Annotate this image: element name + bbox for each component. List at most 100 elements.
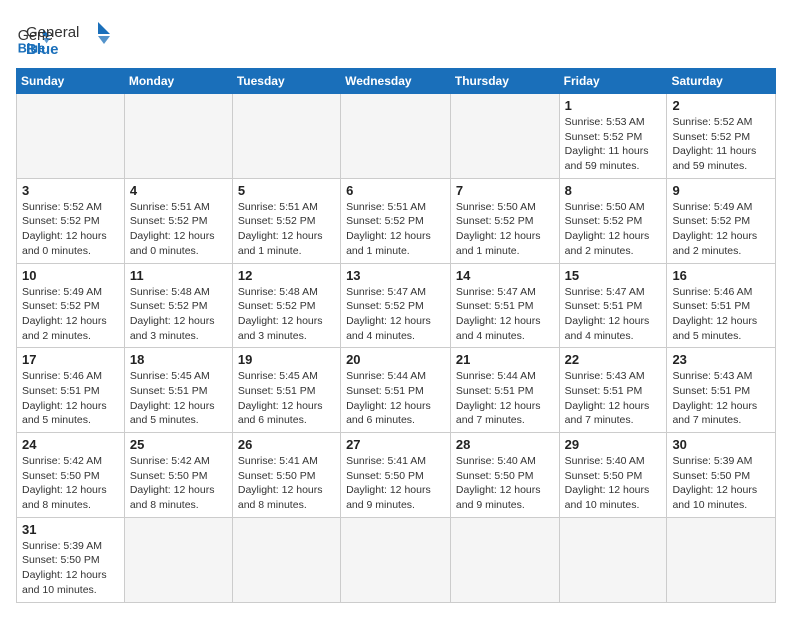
cell-content: 4Sunrise: 5:51 AM Sunset: 5:52 PM Daylig… [130,183,227,259]
cell-content: 18Sunrise: 5:45 AM Sunset: 5:51 PM Dayli… [130,352,227,428]
calendar-cell: 29 Sunrise: 5:40 AM Sunset: 5:50 PM Dayli… [559,433,667,518]
calendar-cell: 1Sunrise: 5:53 AM Sunset: 5:52 PM Daylig… [559,94,667,179]
header: General Blue General Blue [16,16,776,60]
cell-content: 26Sunrise: 5:41 AM Sunset: 5:50 PM Dayli… [238,437,335,513]
day-info: Sunrise: 5:50 AM Sunset: 5:52 PM Dayligh… [456,200,554,259]
calendar-cell: 30 Sunrise: 5:39 AM Sunset: 5:50 PM Dayli… [667,433,776,518]
calendar-cell: 6Sunrise: 5:51 AM Sunset: 5:52 PM Daylig… [341,178,451,263]
day-info: Sunrise: 5:43 AM Sunset: 5:51 PM Dayligh… [672,369,770,428]
calendar-cell: 7Sunrise: 5:50 AM Sunset: 5:52 PM Daylig… [450,178,559,263]
day-number: 12 [238,268,335,283]
cell-content: 3 Sunrise: 5:52 AM Sunset: 5:52 PM Daylig… [22,183,119,259]
calendar-week-row: 24Sunrise: 5:42 AM Sunset: 5:50 PM Dayli… [17,433,776,518]
day-number: 2 [672,98,770,113]
cell-content: 2 Sunrise: 5:52 AM Sunset: 5:52 PM Daylig… [672,98,770,174]
cell-content: 9 Sunrise: 5:49 AM Sunset: 5:52 PM Daylig… [672,183,770,259]
day-info: Sunrise: 5:48 AM Sunset: 5:52 PM Dayligh… [130,285,227,344]
weekday-header-wednesday: Wednesday [341,69,451,94]
calendar-cell: 14Sunrise: 5:47 AM Sunset: 5:51 PM Dayli… [450,263,559,348]
cell-content: 20Sunrise: 5:44 AM Sunset: 5:51 PM Dayli… [346,352,445,428]
calendar-cell: 28Sunrise: 5:40 AM Sunset: 5:50 PM Dayli… [450,433,559,518]
day-number: 5 [238,183,335,198]
day-number: 21 [456,352,554,367]
weekday-header-sunday: Sunday [17,69,125,94]
day-info: Sunrise: 5:42 AM Sunset: 5:50 PM Dayligh… [22,454,119,513]
cell-content: 29 Sunrise: 5:40 AM Sunset: 5:50 PM Dayli… [565,437,662,513]
calendar-cell: 4Sunrise: 5:51 AM Sunset: 5:52 PM Daylig… [124,178,232,263]
cell-content: 7Sunrise: 5:50 AM Sunset: 5:52 PM Daylig… [456,183,554,259]
day-info: Sunrise: 5:47 AM Sunset: 5:52 PM Dayligh… [346,285,445,344]
logo-svg: General Blue [26,20,116,60]
day-number: 18 [130,352,227,367]
cell-content: 22 Sunrise: 5:43 AM Sunset: 5:51 PM Dayli… [565,352,662,428]
day-info: Sunrise: 5:52 AM Sunset: 5:52 PM Dayligh… [672,115,770,174]
day-number: 9 [672,183,770,198]
day-info: Sunrise: 5:41 AM Sunset: 5:50 PM Dayligh… [346,454,445,513]
day-number: 27 [346,437,445,452]
day-number: 10 [22,268,119,283]
day-number: 25 [130,437,227,452]
cell-content: 6Sunrise: 5:51 AM Sunset: 5:52 PM Daylig… [346,183,445,259]
cell-content: 16Sunrise: 5:46 AM Sunset: 5:51 PM Dayli… [672,268,770,344]
cell-content: 14Sunrise: 5:47 AM Sunset: 5:51 PM Dayli… [456,268,554,344]
svg-text:Blue: Blue [26,41,59,58]
day-info: Sunrise: 5:39 AM Sunset: 5:50 PM Dayligh… [22,539,119,598]
day-info: Sunrise: 5:40 AM Sunset: 5:50 PM Dayligh… [565,454,662,513]
calendar-week-row: 3 Sunrise: 5:52 AM Sunset: 5:52 PM Daylig… [17,178,776,263]
calendar-cell [124,517,232,602]
cell-content: 21 Sunrise: 5:44 AM Sunset: 5:51 PM Dayli… [456,352,554,428]
day-number: 30 [672,437,770,452]
day-info: Sunrise: 5:51 AM Sunset: 5:52 PM Dayligh… [346,200,445,259]
logo: General Blue General Blue [16,16,116,60]
calendar-cell [450,94,559,179]
calendar-week-row: 31Sunrise: 5:39 AM Sunset: 5:50 PM Dayli… [17,517,776,602]
cell-content: 12Sunrise: 5:48 AM Sunset: 5:52 PM Dayli… [238,268,335,344]
day-info: Sunrise: 5:53 AM Sunset: 5:52 PM Dayligh… [565,115,662,174]
day-info: Sunrise: 5:43 AM Sunset: 5:51 PM Dayligh… [565,369,662,428]
day-info: Sunrise: 5:52 AM Sunset: 5:52 PM Dayligh… [22,200,119,259]
day-number: 29 [565,437,662,452]
cell-content: 23 Sunrise: 5:43 AM Sunset: 5:51 PM Dayli… [672,352,770,428]
cell-content: 25Sunrise: 5:42 AM Sunset: 5:50 PM Dayli… [130,437,227,513]
calendar-week-row: 1Sunrise: 5:53 AM Sunset: 5:52 PM Daylig… [17,94,776,179]
calendar-cell: 25Sunrise: 5:42 AM Sunset: 5:50 PM Dayli… [124,433,232,518]
weekday-header-thursday: Thursday [450,69,559,94]
cell-content: 28Sunrise: 5:40 AM Sunset: 5:50 PM Dayli… [456,437,554,513]
cell-content: 15Sunrise: 5:47 AM Sunset: 5:51 PM Dayli… [565,268,662,344]
day-info: Sunrise: 5:46 AM Sunset: 5:51 PM Dayligh… [672,285,770,344]
calendar-cell: 15Sunrise: 5:47 AM Sunset: 5:51 PM Dayli… [559,263,667,348]
day-number: 22 [565,352,662,367]
calendar-cell: 23 Sunrise: 5:43 AM Sunset: 5:51 PM Dayli… [667,348,776,433]
day-number: 3 [22,183,119,198]
calendar-cell [559,517,667,602]
day-info: Sunrise: 5:44 AM Sunset: 5:51 PM Dayligh… [456,369,554,428]
calendar-cell [341,94,451,179]
day-number: 19 [238,352,335,367]
day-number: 15 [565,268,662,283]
day-number: 17 [22,352,119,367]
cell-content: 5Sunrise: 5:51 AM Sunset: 5:52 PM Daylig… [238,183,335,259]
cell-content: 31Sunrise: 5:39 AM Sunset: 5:50 PM Dayli… [22,522,119,598]
day-info: Sunrise: 5:47 AM Sunset: 5:51 PM Dayligh… [456,285,554,344]
day-info: Sunrise: 5:49 AM Sunset: 5:52 PM Dayligh… [672,200,770,259]
cell-content: 24Sunrise: 5:42 AM Sunset: 5:50 PM Dayli… [22,437,119,513]
calendar-cell: 17Sunrise: 5:46 AM Sunset: 5:51 PM Dayli… [17,348,125,433]
cell-content: 19Sunrise: 5:45 AM Sunset: 5:51 PM Dayli… [238,352,335,428]
day-number: 23 [672,352,770,367]
calendar-cell: 22 Sunrise: 5:43 AM Sunset: 5:51 PM Dayli… [559,348,667,433]
day-number: 13 [346,268,445,283]
weekday-header-saturday: Saturday [667,69,776,94]
calendar-cell: 11Sunrise: 5:48 AM Sunset: 5:52 PM Dayli… [124,263,232,348]
cell-content: 27 Sunrise: 5:41 AM Sunset: 5:50 PM Dayli… [346,437,445,513]
day-info: Sunrise: 5:41 AM Sunset: 5:50 PM Dayligh… [238,454,335,513]
day-number: 8 [565,183,662,198]
calendar-cell [667,517,776,602]
day-info: Sunrise: 5:39 AM Sunset: 5:50 PM Dayligh… [672,454,770,513]
calendar-cell: 3 Sunrise: 5:52 AM Sunset: 5:52 PM Daylig… [17,178,125,263]
calendar-cell [17,94,125,179]
calendar-cell: 20Sunrise: 5:44 AM Sunset: 5:51 PM Dayli… [341,348,451,433]
calendar-cell: 9 Sunrise: 5:49 AM Sunset: 5:52 PM Daylig… [667,178,776,263]
calendar-week-row: 10Sunrise: 5:49 AM Sunset: 5:52 PM Dayli… [17,263,776,348]
calendar-table: SundayMondayTuesdayWednesdayThursdayFrid… [16,68,776,603]
cell-content: 1Sunrise: 5:53 AM Sunset: 5:52 PM Daylig… [565,98,662,174]
